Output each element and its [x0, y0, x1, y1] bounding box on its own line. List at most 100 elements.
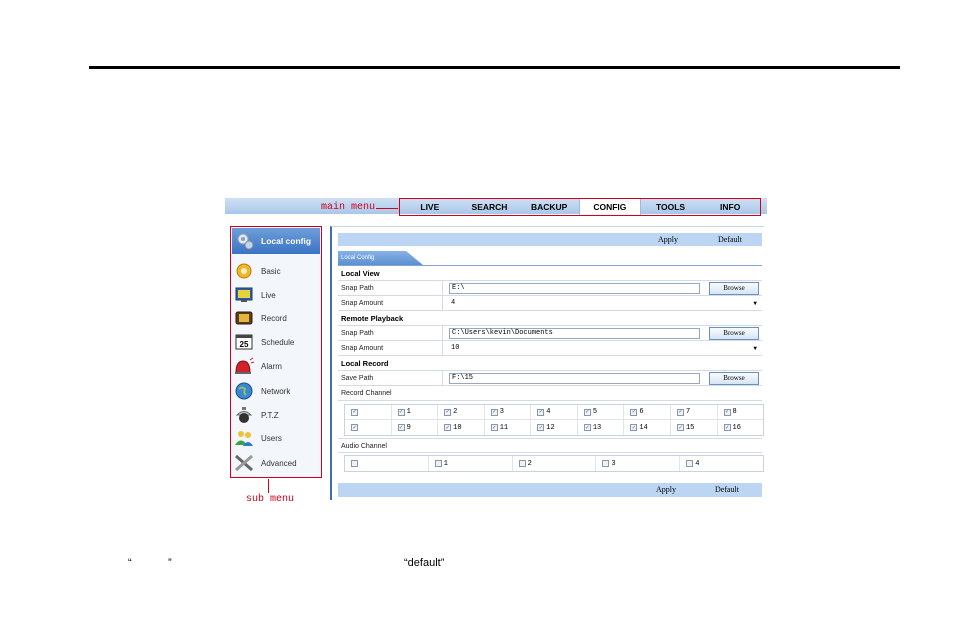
local-snap-amount-select[interactable]: 4 ▼ — [449, 298, 759, 309]
record-channel-checkbox[interactable]: ✓ — [397, 424, 405, 431]
sidebar-item-alarm[interactable]: Alarm — [234, 355, 320, 377]
main-menu-bar: LIVE SEARCH BACKUP CONFIG TOOLS INFO — [225, 198, 767, 216]
row-local-snap-path: Snap Path E:\ Browse — [338, 281, 762, 296]
record-channel-checkbox[interactable]: ✓ — [723, 408, 731, 416]
record-channel-checkbox[interactable]: ✓ — [630, 408, 638, 416]
record-channel-checkbox[interactable]: ✓ — [723, 424, 731, 431]
remote-snap-browse-button[interactable]: Browse — [709, 327, 759, 340]
record-channel-checkbox[interactable]: ✓ — [397, 408, 405, 416]
sidebar-item-label: Schedule — [261, 337, 295, 347]
main-menu: LIVE SEARCH BACKUP CONFIG TOOLS INFO — [399, 198, 761, 216]
record-channel-checkbox[interactable]: ✓ — [630, 424, 638, 431]
row-remote-snap-amount: Snap Amount 10 ▼ — [338, 341, 762, 356]
record-channel-checkbox[interactable]: ✓ — [351, 424, 358, 431]
sub-menu-annotation: sub menu — [246, 494, 295, 505]
apply-button-top[interactable]: Apply — [658, 233, 678, 246]
sidebar-item-basic[interactable]: Basic — [234, 260, 320, 282]
record-channel-checkbox[interactable]: ✓ — [537, 408, 545, 416]
record-channel-cell: ✓ 16 — [718, 420, 764, 435]
alarm-icon — [234, 357, 254, 375]
record-channel-checkbox[interactable]: ✓ — [676, 408, 684, 416]
row-remote-snap-path: Snap Path C:\Users\kevin\Documents Brows… — [338, 326, 762, 341]
record-channel-cell: ✓ 12 — [531, 420, 578, 435]
save-path-input[interactable]: F:\15 — [449, 373, 700, 384]
sidebar-item-schedule[interactable]: 25 Schedule — [234, 331, 320, 353]
sidebar-item-label: Live — [261, 290, 276, 300]
column-divider — [442, 296, 443, 311]
menu-live[interactable]: LIVE — [400, 199, 460, 215]
record-channel-cell: ✓ 15 — [671, 420, 718, 435]
local-snap-path-input[interactable]: E:\ — [449, 283, 700, 294]
default-button-top[interactable]: Default — [718, 233, 742, 246]
column-divider — [442, 371, 443, 386]
default-button-bottom[interactable]: Default — [715, 483, 739, 497]
local-snap-browse-button[interactable]: Browse — [709, 282, 759, 295]
sidebar-item-advanced[interactable]: Advanced — [234, 452, 320, 474]
record-channel-cell: ✓ 14 — [624, 420, 671, 435]
record-channel-label: 13 — [592, 423, 602, 432]
field-label: Audio Channel — [341, 443, 387, 450]
ptz-camera-icon — [234, 406, 254, 424]
sidebar-item-users[interactable]: Users — [234, 427, 320, 449]
menu-backup[interactable]: BACKUP — [519, 199, 579, 215]
sidebar-item-network[interactable]: Network — [234, 380, 320, 402]
menu-tools[interactable]: TOOLS — [641, 199, 701, 215]
menu-info[interactable]: INFO — [700, 199, 760, 215]
audio-channel-label: 3 — [611, 459, 616, 468]
caption-default-text: “default” — [404, 557, 445, 569]
panel-bottom-toolbar: Apply Default — [338, 483, 762, 497]
column-divider — [442, 341, 443, 356]
sidebar-item-label: Record — [261, 313, 287, 323]
svg-text:25: 25 — [240, 340, 249, 349]
record-channel-cell: ✓ — [345, 405, 392, 419]
record-channel-checkbox[interactable]: ✓ — [351, 408, 358, 416]
remote-snap-amount-select[interactable]: 10 ▼ — [449, 343, 759, 354]
record-channel-label: 14 — [639, 423, 648, 432]
remote-snap-path-input[interactable]: C:\Users\kevin\Documents — [449, 328, 700, 339]
record-channel-cell: ✓ 1 — [392, 405, 439, 419]
record-channel-cell: ✓ 6 — [624, 405, 671, 419]
menu-search[interactable]: SEARCH — [460, 199, 520, 215]
monitor-icon — [234, 286, 254, 304]
tab-local-config[interactable]: Local Config — [338, 251, 423, 265]
menu-config[interactable]: CONFIG — [579, 199, 641, 215]
record-channel-cell: ✓ 5 — [578, 405, 625, 419]
chevron-down-icon: ▼ — [753, 345, 757, 352]
record-channel-cell: ✓ 3 — [485, 405, 532, 419]
sidebar-item-ptz[interactable]: P.T.Z — [234, 404, 320, 426]
sidebar-item-label: Users — [261, 433, 282, 443]
audio-channel-checkbox[interactable] — [686, 460, 694, 467]
sidebar-item-record[interactable]: Record — [234, 307, 320, 329]
sidebar-item-label: Advanced — [261, 458, 297, 468]
record-channel-checkbox[interactable]: ✓ — [583, 408, 591, 416]
audio-channel-checkbox[interactable] — [351, 460, 358, 467]
audio-channel-cell — [345, 456, 429, 471]
sidebar-item-live[interactable]: Live — [234, 284, 320, 306]
save-path-browse-button[interactable]: Browse — [709, 372, 759, 385]
record-channel-checkbox[interactable]: ✓ — [444, 424, 452, 431]
record-channel-checkbox[interactable]: ✓ — [537, 424, 545, 431]
record-channel-cell: ✓ 4 — [531, 405, 578, 419]
config-panel: Apply Default Local Config Local View Sn… — [330, 226, 764, 500]
audio-channel-label: 2 — [527, 459, 532, 468]
record-channel-checkbox[interactable]: ✓ — [676, 424, 684, 431]
audio-channel-cell: 3 — [596, 456, 681, 471]
record-channel-label: 7 — [685, 408, 691, 416]
record-channel-checkbox[interactable]: ✓ — [490, 408, 498, 416]
audio-channel-label: 4 — [695, 459, 700, 468]
audio-channel-cell: 4 — [680, 456, 763, 471]
record-channel-checkbox[interactable]: ✓ — [444, 408, 452, 416]
apply-button-bottom[interactable]: Apply — [656, 483, 676, 497]
record-icon — [234, 309, 254, 327]
audio-channel-checkbox[interactable] — [434, 460, 442, 467]
row-record-channel: Record Channel — [338, 386, 762, 401]
audio-channel-checkbox[interactable] — [602, 460, 610, 467]
audio-channel-checkbox[interactable] — [518, 460, 526, 467]
sidebar-header-local-config[interactable]: Local config — [232, 228, 320, 254]
record-channel-label: 11 — [499, 423, 509, 432]
record-channel-checkbox[interactable]: ✓ — [490, 424, 498, 431]
record-channel-row: ✓ ✓ 9 ✓ 10 ✓ 11 ✓ 12 ✓ 13 ✓ 14 ✓ 15 ✓ 16 — [345, 420, 763, 435]
field-label: Record Channel — [341, 390, 392, 397]
record-channel-checkbox[interactable]: ✓ — [583, 424, 591, 431]
users-icon — [234, 429, 254, 447]
